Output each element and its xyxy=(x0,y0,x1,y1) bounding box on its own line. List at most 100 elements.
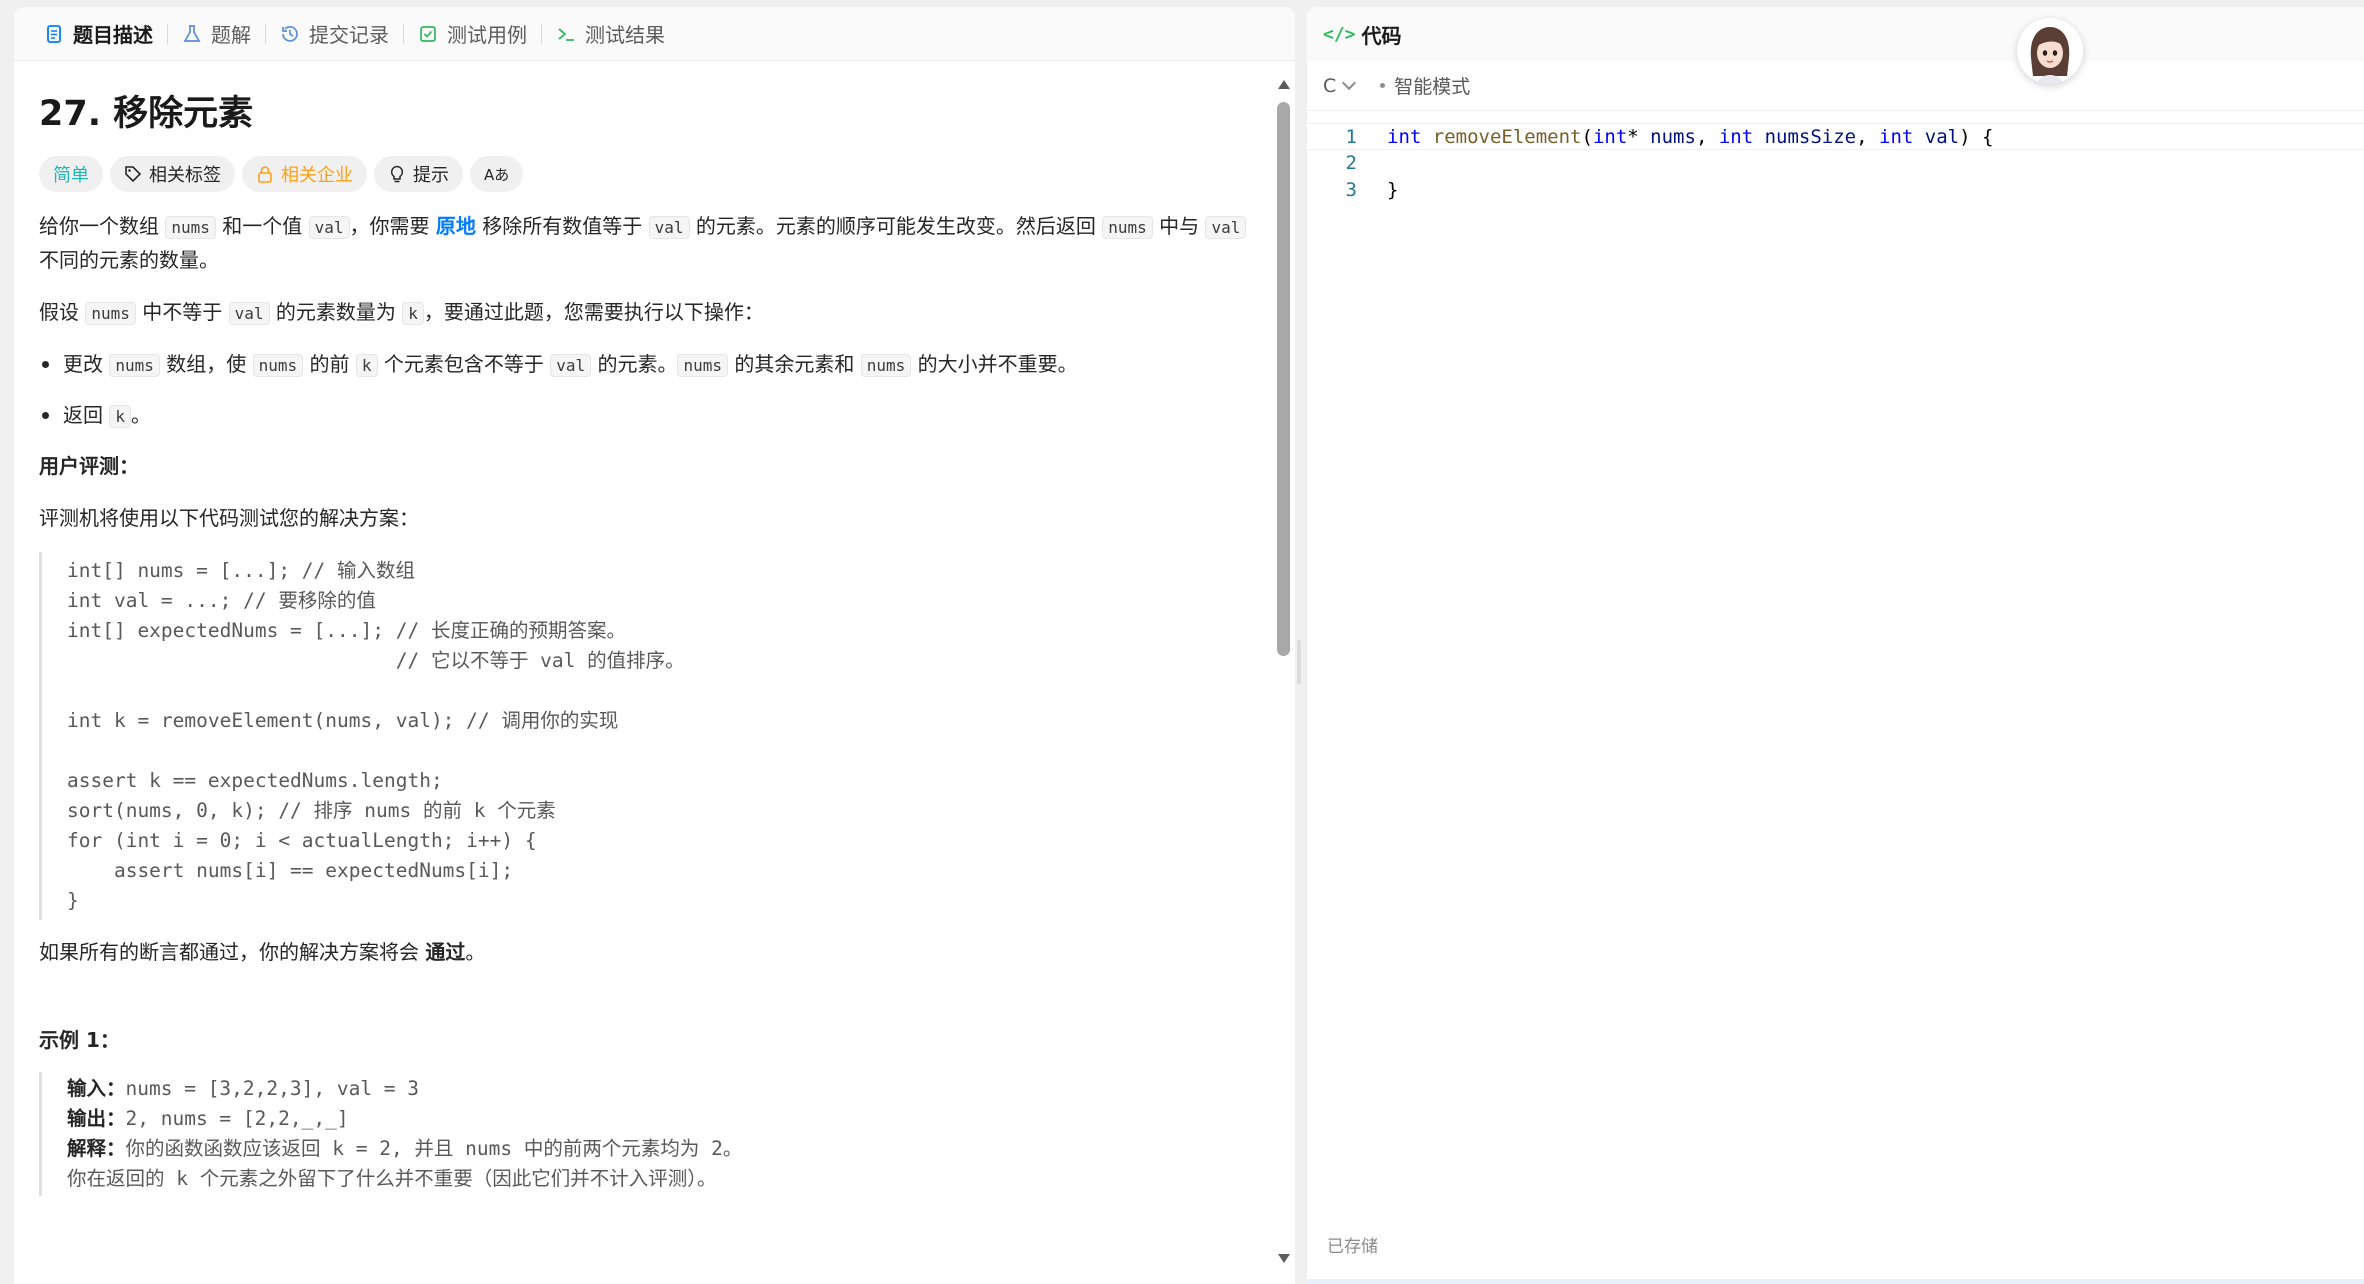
scroll-up-arrow-icon[interactable] xyxy=(1278,80,1290,89)
inline-code: k xyxy=(355,354,378,377)
text: 的前 xyxy=(303,352,356,376)
inline-code: k xyxy=(109,405,131,428)
text: 如果所有的断言都通过，你的解决方案将会 xyxy=(39,940,426,964)
input-label: 输入： xyxy=(67,1077,126,1100)
list-item: 更改 nums 数组，使 nums 的前 k 个元素包含不等于 val 的元素。… xyxy=(39,348,1249,382)
flask-icon xyxy=(182,24,202,44)
assistant-avatar[interactable] xyxy=(2017,18,2083,84)
chevron-down-icon xyxy=(1342,75,1357,90)
inline-code: nums xyxy=(252,354,304,377)
list-item: 返回 k。 xyxy=(39,399,1249,433)
related-tags-button[interactable]: 相关标签 xyxy=(110,156,235,192)
example-block: 输入：nums = [3,2,2,3], val = 3 输出：2, nums =… xyxy=(39,1072,1249,1196)
line-number: 3 xyxy=(1345,179,1357,201)
text: 个元素包含不等于 xyxy=(377,352,551,376)
tab-divider xyxy=(403,23,404,44)
punct: , xyxy=(1856,126,1880,148)
problem-title[interactable]: 27. 移除元素 xyxy=(39,92,1249,136)
assumption-paragraph: 假设 nums 中不等于 val 的元素数量为 k ，要通过此题，您需要执行以下操… xyxy=(39,296,1249,330)
tab-description-label: 题目描述 xyxy=(73,23,153,47)
example-explain-line-2: 你在返回的 k 个元素之外留下了什么并不重要（因此它们并不计入评测）。 xyxy=(67,1167,717,1190)
description-paragraph: 给你一个数组 nums 和一个值 val ，你需要 原地 移除所有数值等于 val… xyxy=(39,210,1249,276)
companies-button[interactable]: 相关企业 xyxy=(242,156,367,192)
param: val xyxy=(1924,126,1960,148)
tab-solutions[interactable]: 题解 xyxy=(172,7,261,61)
punct: , xyxy=(1695,126,1719,148)
inline-code: val xyxy=(308,216,350,239)
tab-testcases[interactable]: 测试用例 xyxy=(408,7,537,61)
inplace-link[interactable]: 原地 xyxy=(436,214,476,238)
lock-icon xyxy=(256,165,274,183)
code-panel-header: </> 代码 xyxy=(1307,7,2364,61)
terminal-icon xyxy=(556,24,576,44)
keyword: int xyxy=(1718,126,1754,148)
hint-button[interactable]: 提示 xyxy=(374,156,463,192)
panel-resize-handle[interactable] xyxy=(1297,640,1301,684)
text: 给你一个数组 xyxy=(39,214,166,238)
inline-code: val xyxy=(648,216,690,239)
code-line-content[interactable] xyxy=(1357,150,2364,177)
tab-description[interactable]: 题目描述 xyxy=(34,7,163,61)
tag-icon xyxy=(124,165,142,183)
line-number: 1 xyxy=(1345,126,1357,148)
function-name: removeElement xyxy=(1432,126,1582,148)
tab-submissions[interactable]: 提交记录 xyxy=(270,7,399,61)
tag-row: 简单 相关标签 相关企业 提示 Aあ xyxy=(39,156,1249,192)
line-number: 2 xyxy=(1345,152,1357,174)
inline-code: val xyxy=(550,354,592,377)
app-root: 题目描述 题解 提交记录 测试用例 测试结果 27. 移除元素 简单 相关标签 … xyxy=(0,0,2364,1284)
checkbox-icon xyxy=(418,24,438,44)
language-value: C xyxy=(1323,74,1337,97)
requirement-list: 更改 nums 数组，使 nums 的前 k 个元素包含不等于 val 的元素。… xyxy=(39,348,1249,433)
tab-testcases-label: 测试用例 xyxy=(447,23,527,47)
language-select[interactable]: C xyxy=(1323,74,1357,97)
related-tags-label: 相关标签 xyxy=(149,165,221,186)
problem-tab-bar: 题目描述 题解 提交记录 测试用例 测试结果 xyxy=(14,7,1295,61)
tab-testresult[interactable]: 测试结果 xyxy=(546,7,675,61)
code-line-content[interactable]: int removeElement(int* nums, int numsSiz… xyxy=(1357,124,2364,149)
text: 不同的元素的数量。 xyxy=(39,248,219,272)
text: ，你需要 xyxy=(349,214,436,238)
text: 中与 xyxy=(1152,214,1206,238)
tab-divider xyxy=(541,23,542,44)
panel-bottom-bar xyxy=(1307,1279,2364,1284)
keyword: int xyxy=(1387,126,1422,148)
translate-button[interactable]: Aあ xyxy=(470,156,524,192)
inline-code: nums xyxy=(860,354,912,377)
code-icon: </> xyxy=(1323,23,1356,45)
tab-divider xyxy=(167,23,168,44)
tab-submissions-label: 提交记录 xyxy=(309,23,389,47)
inline-code: nums xyxy=(677,354,729,377)
inline-code: nums xyxy=(85,302,136,325)
tab-divider xyxy=(265,23,266,44)
text: 的元素数量为 xyxy=(269,300,403,324)
explain-value: 你的函数函数应该返回 k = 2, 并且 nums 中的前两个元素均为 2。 xyxy=(125,1137,743,1160)
code-panel: </> 代码 C 智能模式 1 int removeElement(int* n… xyxy=(1307,7,2364,1284)
smart-mode-toggle[interactable]: 智能模式 xyxy=(1394,72,1470,99)
example-explain-line: 解释：你的函数函数应该返回 k = 2, 并且 nums 中的前两个元素均为 2… xyxy=(67,1134,1249,1164)
history-icon xyxy=(280,24,300,44)
output-label: 输出： xyxy=(67,1107,126,1130)
problem-panel: 题目描述 题解 提交记录 测试用例 测试结果 27. 移除元素 简单 相关标签 … xyxy=(14,7,1295,1284)
scroll-thumb[interactable] xyxy=(1277,102,1290,656)
text: 数组，使 xyxy=(159,352,253,376)
editor-toolbar: C 智能模式 xyxy=(1307,61,2364,111)
punct: * xyxy=(1627,126,1651,148)
saved-status: 已存储 xyxy=(1327,1237,1378,1257)
text: ，要通过此题，您需要执行以下操作： xyxy=(423,300,764,324)
pass-paragraph: 如果所有的断言都通过，你的解决方案将会 通过。 xyxy=(39,936,1249,968)
description-icon xyxy=(44,24,64,44)
code-line: 2 xyxy=(1307,150,2364,177)
code-header-label: 代码 xyxy=(1361,23,1402,48)
keyword: int xyxy=(1592,126,1628,148)
code-editor[interactable]: 1 int removeElement(int* nums, int numsS… xyxy=(1307,123,2364,204)
scroll-down-arrow-icon[interactable] xyxy=(1278,1254,1290,1263)
judge-intro: 评测机将使用以下代码测试您的解决方案： xyxy=(39,506,419,530)
text: 。 xyxy=(131,403,151,427)
translate-icon: Aあ xyxy=(484,165,510,184)
code-line-content[interactable]: } xyxy=(1357,177,2364,204)
tab-solutions-label: 题解 xyxy=(211,23,251,47)
mode-dot-icon xyxy=(1380,83,1386,88)
text: 假设 xyxy=(39,300,86,324)
description-scrollbar[interactable] xyxy=(1273,62,1295,1284)
